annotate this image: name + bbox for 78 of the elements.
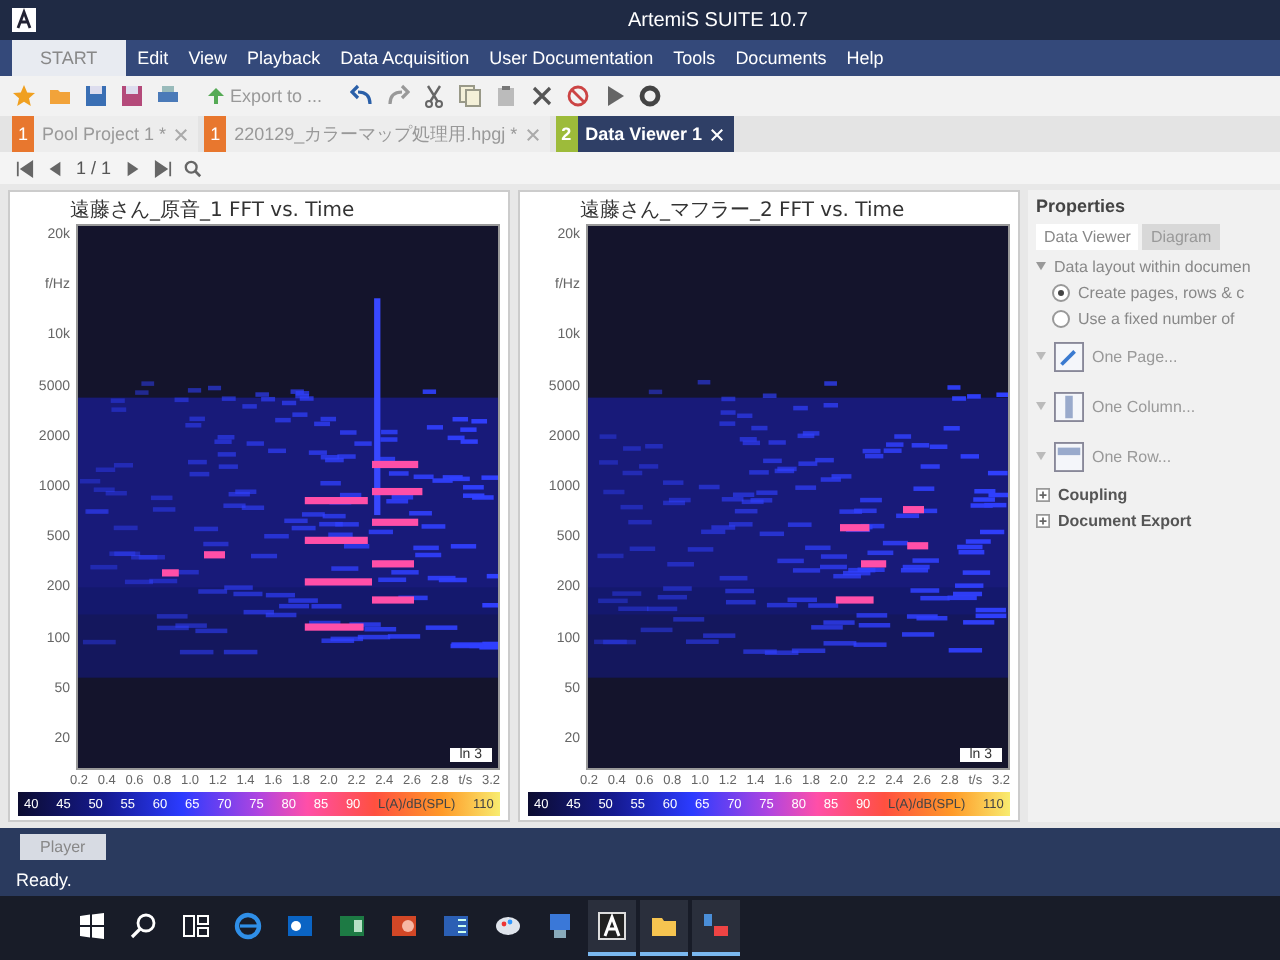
window-title: ArtemiS SUITE 10.7 <box>627 9 808 31</box>
section-heading: Data layout within documen <box>1054 258 1251 276</box>
tab-label: Data Viewer 1 <box>585 124 703 144</box>
layout-option-label[interactable]: One Column... <box>1092 398 1196 416</box>
windows-icon <box>78 912 106 940</box>
up-arrow-icon <box>208 88 224 104</box>
option-label: Create pages, rows & c <box>1078 284 1245 302</box>
menu-item[interactable]: View <box>180 40 236 76</box>
layout-option-label[interactable]: One Page... <box>1092 348 1178 366</box>
taskbar-item[interactable] <box>640 900 688 956</box>
option-label: Use a fixed number of <box>1078 310 1235 328</box>
cut-icon[interactable] <box>422 84 447 108</box>
zoom-icon[interactable] <box>183 159 202 177</box>
stop-icon[interactable] <box>566 84 591 108</box>
app-icon <box>286 912 314 940</box>
taskbar-item[interactable] <box>588 900 636 956</box>
task-view-icon <box>182 912 210 940</box>
redo-icon[interactable] <box>386 84 411 108</box>
section-heading: Document Export <box>1058 512 1192 530</box>
menu-item[interactable]: Data Acquisition <box>332 40 478 76</box>
tab-number-badge: 1 <box>204 116 227 152</box>
panel-tab[interactable]: Data Viewer <box>1036 224 1139 250</box>
document-tab[interactable]: 1 220129_カラーマップ処理用.hpgj * <box>204 116 550 152</box>
taskbar-item[interactable] <box>692 900 740 956</box>
row-layout-icon[interactable] <box>1054 442 1084 472</box>
export-button[interactable]: Export to ... <box>192 86 339 106</box>
app-icon <box>442 912 470 940</box>
status-text: Ready. <box>0 864 1280 896</box>
folder-icon <box>650 912 678 940</box>
radio-button[interactable] <box>1052 284 1070 302</box>
tab-label: 220129_カラーマップ処理用.hpgj * <box>234 121 518 147</box>
save-icon[interactable] <box>84 84 108 108</box>
menu-item[interactable]: Documents <box>727 40 835 76</box>
column-layout-icon[interactable] <box>1054 392 1084 422</box>
player-button[interactable]: Player <box>20 833 106 859</box>
app-icon <box>546 912 574 940</box>
previous-page-icon[interactable] <box>46 159 64 177</box>
play-icon[interactable] <box>602 84 627 108</box>
first-page-icon[interactable] <box>16 159 34 177</box>
copy-icon[interactable] <box>458 84 483 108</box>
menu-item[interactable]: Edit <box>129 40 177 76</box>
panel-title: Properties <box>1036 196 1128 216</box>
tab-label: Pool Project 1 * <box>42 124 167 144</box>
app-icon <box>390 912 418 940</box>
printer-icon[interactable] <box>156 84 180 108</box>
radio-button[interactable] <box>1052 310 1070 328</box>
star-icon[interactable] <box>12 84 36 108</box>
app-icon <box>494 912 522 940</box>
chart-title: 遠藤さん_マフラー_2 FFT vs. Time <box>578 197 907 224</box>
menu-item[interactable]: Help <box>838 40 892 76</box>
expand-icon[interactable] <box>1036 488 1050 502</box>
tab-number-badge: 2 <box>555 116 578 152</box>
menu-item[interactable]: Tools <box>665 40 724 76</box>
app-icon <box>598 912 626 940</box>
app-logo-icon <box>12 8 36 32</box>
document-tab[interactable]: 1 Pool Project 1 * <box>12 116 199 152</box>
app-icon <box>234 912 262 940</box>
undo-icon[interactable] <box>350 84 375 108</box>
app-icon <box>338 912 366 940</box>
last-page-icon[interactable] <box>153 159 172 177</box>
chart-title: 遠藤さん_原音_1 FFT vs. Time <box>68 197 357 224</box>
paste-icon[interactable] <box>494 84 519 108</box>
tab-number-badge: 1 <box>12 116 35 152</box>
start-tab[interactable]: START <box>12 40 126 76</box>
search-icon <box>130 912 158 940</box>
menu-item[interactable]: User Documentation <box>481 40 662 76</box>
layout-option-label[interactable]: One Row... <box>1092 448 1172 466</box>
panel-tab[interactable]: Diagram <box>1142 224 1220 250</box>
app-icon <box>702 912 730 940</box>
page-counter: 1 / 1 <box>76 158 112 178</box>
save-icon[interactable] <box>120 84 144 108</box>
menu-item[interactable]: Playback <box>239 40 329 76</box>
next-page-icon[interactable] <box>123 159 142 177</box>
page-layout-icon[interactable] <box>1054 342 1084 372</box>
expand-icon[interactable] <box>1036 514 1050 528</box>
section-heading: Coupling <box>1058 486 1128 504</box>
document-tab[interactable]: 2 Data Viewer 1 <box>555 116 735 152</box>
delete-icon[interactable] <box>530 84 555 108</box>
